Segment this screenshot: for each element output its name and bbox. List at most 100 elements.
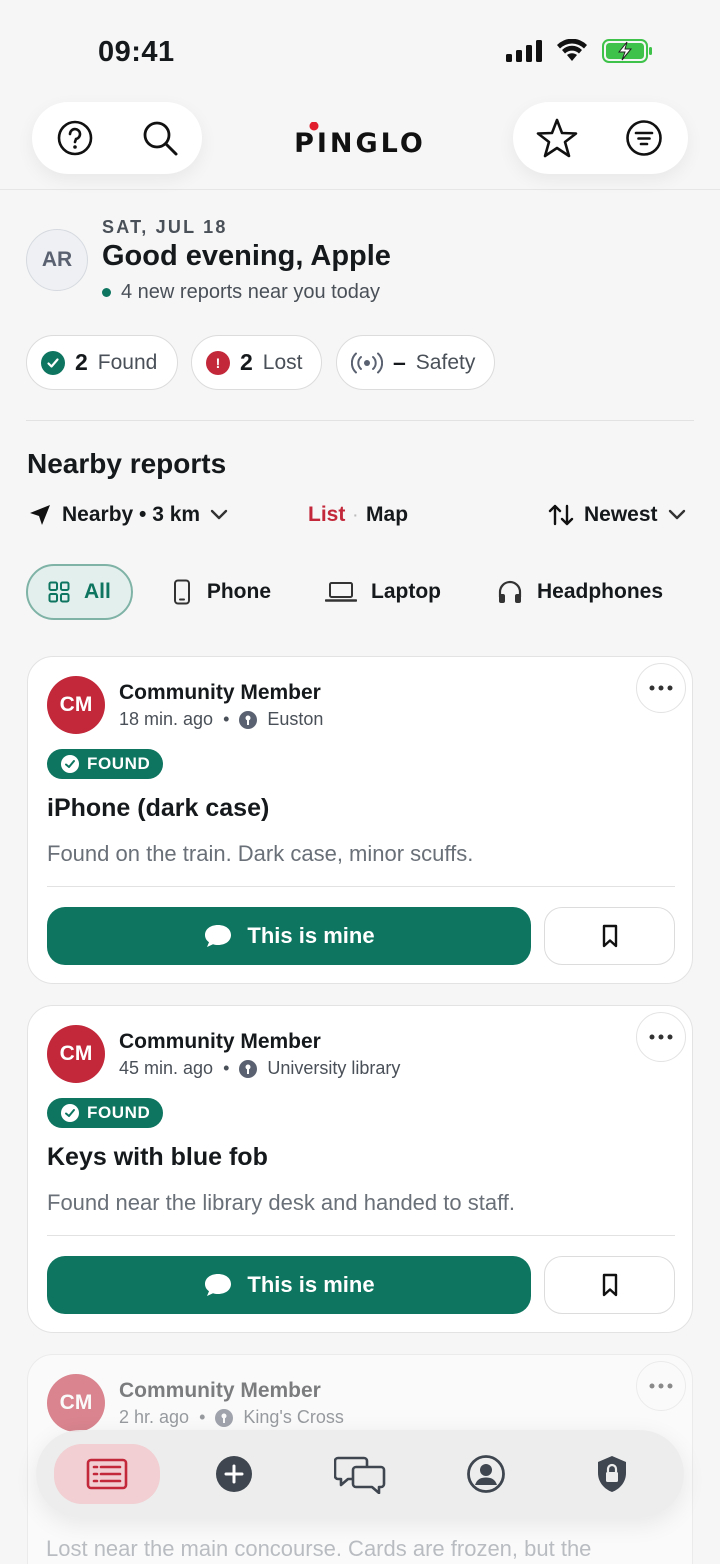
- more-horizontal-icon: [649, 1383, 673, 1389]
- chat-bubbles-icon: [334, 1456, 386, 1494]
- view-list-tab[interactable]: List: [308, 503, 345, 527]
- author-avatar[interactable]: CM: [47, 1374, 105, 1432]
- more-options-button[interactable]: [636, 1361, 686, 1411]
- lost-label: Lost: [262, 350, 303, 374]
- shield-lock-icon: [598, 1456, 626, 1492]
- filter-phone-label: Phone: [206, 580, 272, 603]
- sort-select[interactable]: Newest: [548, 503, 686, 527]
- report-title: iPhone (dark case): [47, 794, 270, 822]
- meta-separator: •: [223, 709, 230, 729]
- tab-safety[interactable]: [584, 1444, 640, 1504]
- tab-messages[interactable]: [330, 1444, 390, 1504]
- signal-icon: [506, 40, 542, 62]
- lost-stat-chip[interactable]: ! 2 Lost: [191, 335, 322, 390]
- headphones-icon: [498, 580, 522, 603]
- filter-laptop[interactable]: Laptop: [325, 564, 441, 620]
- live-dot: [102, 288, 111, 297]
- user-avatar[interactable]: AR: [26, 229, 88, 291]
- this-is-mine-label: This is mine: [247, 923, 375, 948]
- status-icons: [506, 38, 654, 64]
- author-avatar[interactable]: CM: [47, 676, 105, 734]
- bookmark-button[interactable]: [544, 907, 675, 965]
- top-bar-right-group: [513, 102, 688, 174]
- more-options-button[interactable]: [636, 1012, 686, 1062]
- star-icon: [536, 118, 578, 158]
- card-divider: [47, 1235, 675, 1236]
- more-options-button[interactable]: [636, 663, 686, 713]
- new-reports-note: 4 new reports near you today: [102, 281, 380, 304]
- bottom-tab-bar: [36, 1430, 684, 1518]
- section-title: Nearby reports: [27, 448, 227, 479]
- tab-feed[interactable]: [54, 1444, 160, 1504]
- report-card[interactable]: CM Community Member 45 min. ago • Univer…: [27, 1005, 693, 1333]
- author-avatar[interactable]: CM: [47, 1025, 105, 1083]
- found-stat-chip[interactable]: 2 Found: [26, 335, 178, 390]
- top-bar-left-group: [32, 102, 202, 174]
- this-is-mine-label: This is mine: [247, 1272, 375, 1297]
- report-time: 2 hr. ago: [119, 1407, 190, 1427]
- feed-list-icon: [86, 1458, 128, 1490]
- check-icon: [61, 755, 79, 773]
- author-name: Community Member: [119, 1030, 321, 1053]
- check-circle-icon: [41, 350, 65, 375]
- this-is-mine-button[interactable]: This is mine: [47, 907, 531, 965]
- filter-menu-button[interactable]: [616, 110, 672, 166]
- report-description: Found near the library desk and handed t…: [47, 1190, 516, 1215]
- battery-icon: [602, 39, 652, 63]
- report-location: Euston: [267, 709, 324, 729]
- new-reports-text: 4 new reports near you today: [121, 281, 381, 303]
- section-divider: [26, 420, 694, 421]
- greeting-title: Good evening, Apple: [102, 240, 391, 272]
- search-button[interactable]: [132, 110, 188, 166]
- navigation-arrow-icon: [30, 505, 50, 525]
- safety-stat-chip[interactable]: – Safety: [336, 335, 495, 390]
- svg-text:PINGLO: PINGLO: [294, 128, 426, 156]
- report-time: 45 min. ago: [119, 1058, 214, 1078]
- status-badge-label: FOUND: [87, 754, 151, 773]
- chat-bubble-icon: [205, 925, 232, 947]
- status-badge: FOUND: [47, 749, 164, 779]
- tab-profile[interactable]: [458, 1444, 514, 1504]
- status-badge: FOUND: [47, 1098, 164, 1128]
- chat-bubble-icon: [205, 1274, 232, 1296]
- report-card[interactable]: CM Community Member 18 min. ago • Euston…: [27, 656, 693, 984]
- report-description: Lost near the main concourse. Cards are …: [46, 1536, 592, 1561]
- location-radius-select[interactable]: Nearby • 3 km: [28, 503, 228, 527]
- location-radius-label: Nearby • 3 km: [62, 503, 201, 526]
- check-icon: [61, 1104, 79, 1122]
- sort-icon: [548, 504, 574, 526]
- search-icon: [143, 121, 177, 156]
- report-meta: 2 hr. ago • King's Cross: [119, 1407, 344, 1428]
- filter-all[interactable]: All: [26, 564, 133, 620]
- location-pin-icon: [215, 1408, 234, 1427]
- pinglo-logo: PINGLO: [294, 122, 426, 156]
- laptop-icon: [325, 582, 358, 602]
- report-location: University library: [267, 1058, 401, 1078]
- filter-phone[interactable]: Phone: [171, 564, 271, 620]
- current-date: SAT, JUL 18: [102, 217, 228, 237]
- favorites-button[interactable]: [529, 110, 585, 166]
- author-name: Community Member: [119, 681, 321, 704]
- bookmark-icon: [602, 1273, 617, 1297]
- filter-headphones[interactable]: Headphones: [497, 564, 663, 620]
- phone-icon: [173, 579, 190, 605]
- help-button[interactable]: [47, 110, 103, 166]
- bookmark-button[interactable]: [544, 1256, 675, 1314]
- list-controls: Nearby • 3 km List · Map Newest: [0, 503, 720, 535]
- bookmark-icon: [602, 924, 617, 948]
- report-meta: 18 min. ago • Euston: [119, 709, 323, 730]
- help-icon: [57, 120, 92, 156]
- lost-count: 2: [240, 349, 253, 375]
- this-is-mine-button[interactable]: This is mine: [47, 1256, 531, 1314]
- plus-circle-icon: [216, 1456, 252, 1492]
- tab-add-report[interactable]: [206, 1444, 262, 1504]
- card-divider: [47, 886, 675, 887]
- view-toggle: List · Map: [308, 503, 408, 527]
- meta-separator: •: [223, 1058, 230, 1078]
- report-title: Keys with blue fob: [47, 1143, 268, 1171]
- view-map-tab[interactable]: Map: [366, 503, 408, 527]
- location-pin-icon: [239, 1059, 258, 1078]
- chevron-down-icon: [668, 509, 685, 520]
- found-label: Found: [97, 350, 158, 374]
- status-bar: 09:41: [0, 0, 720, 100]
